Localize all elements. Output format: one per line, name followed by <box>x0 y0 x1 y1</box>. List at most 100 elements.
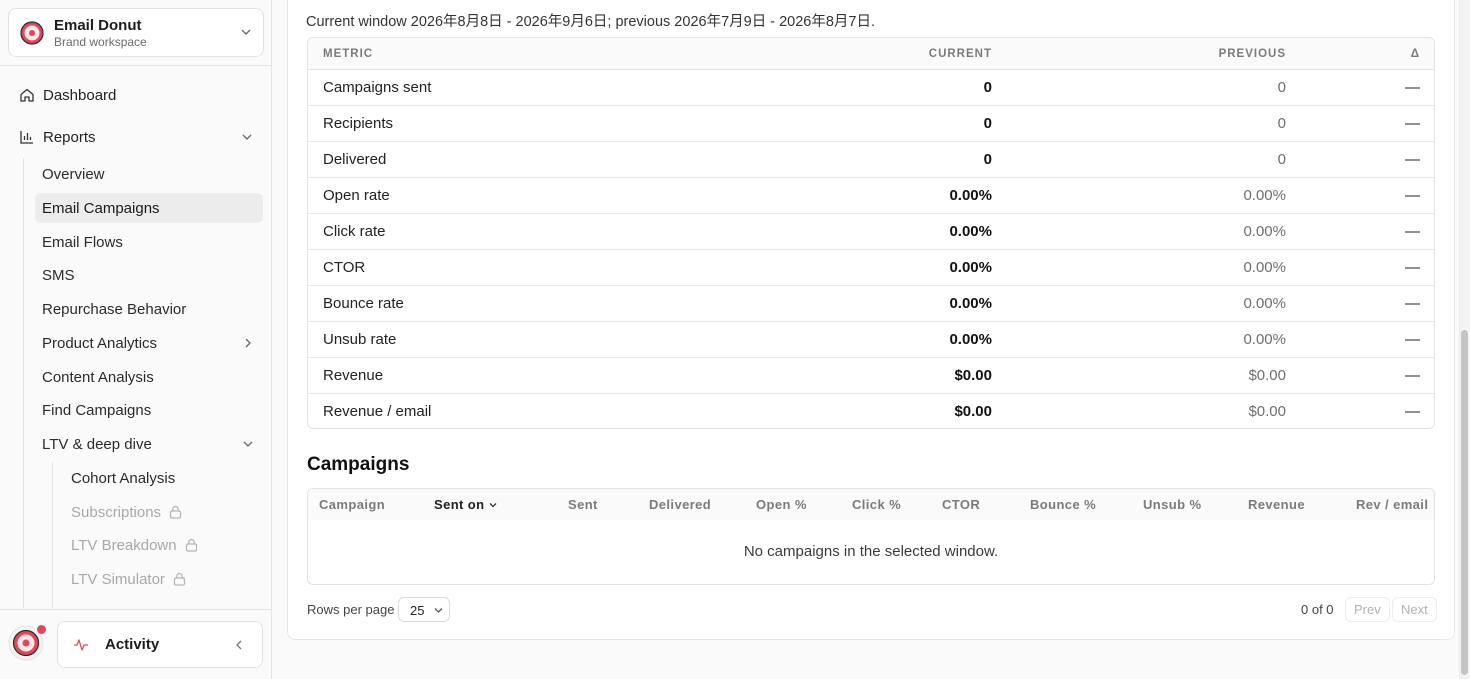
current-value: 0.00% <box>949 331 992 348</box>
sidebar-item-email-flows[interactable]: Email Flows <box>35 227 263 257</box>
notification-badge <box>35 623 48 636</box>
previous-value: 0.00% <box>1243 331 1286 348</box>
delta-value: — <box>1405 151 1420 168</box>
delta-value: — <box>1405 331 1420 348</box>
table-row: Revenue $0.00 $0.00 — <box>308 358 1434 394</box>
sidebar-item-label: LTV Breakdown <box>71 536 177 554</box>
scrollbar-thumb[interactable] <box>1461 330 1468 675</box>
bar-chart-icon <box>20 131 33 144</box>
current-value: 0 <box>983 115 992 132</box>
workspace-subtitle: Brand workspace <box>54 35 147 49</box>
column-header-bounce-pct[interactable]: Bounce % <box>1030 497 1096 512</box>
sidebar-item-label: LTV Simulator <box>71 570 165 588</box>
table-header: METRIC CURRENT PREVIOUS Δ <box>308 38 1434 70</box>
column-header-delta: Δ <box>1410 48 1420 60</box>
sidebar-item-repurchase-behavior[interactable]: Repurchase Behavior <box>35 294 263 324</box>
sidebar-item-ltv-deep-dive[interactable]: LTV & deep dive <box>35 429 263 459</box>
activity-label: Activity <box>105 636 160 653</box>
sidebar-item-subscriptions[interactable]: Subscriptions <box>64 497 264 527</box>
empty-state: No campaigns in the selected window. <box>743 543 999 560</box>
prev-page-button[interactable]: Prev <box>1345 597 1390 622</box>
table-row: CTOR 0.00% 0.00% — <box>308 250 1434 286</box>
previous-value: 0.00% <box>1243 295 1286 312</box>
current-value: 0.00% <box>949 187 992 204</box>
chevron-right-icon <box>245 338 251 348</box>
rows-per-page-select[interactable]: 25 <box>398 597 450 622</box>
campaigns-title: Campaigns <box>307 454 410 475</box>
next-page-button[interactable]: Next <box>1392 597 1437 622</box>
column-header-open-pct[interactable]: Open % <box>756 497 807 512</box>
current-value: 0 <box>983 151 992 168</box>
sidebar-item-product-analytics[interactable]: Product Analytics <box>35 328 263 358</box>
main-content: Current window 2026年8月8日 - 2026年9月6日; pr… <box>272 0 1470 679</box>
sidebar-item-find-campaigns[interactable]: Find Campaigns <box>35 395 263 425</box>
sidebar-item-email-campaigns[interactable]: Email Campaigns <box>35 193 263 223</box>
current-value: 0.00% <box>949 295 992 312</box>
nav-reports[interactable]: Reports <box>12 121 264 153</box>
sort-desc-icon <box>490 503 497 508</box>
table-row: Revenue / email $0.00 $0.00 — <box>308 394 1434 428</box>
delta-value: — <box>1405 79 1420 96</box>
metric-name: Unsub rate <box>323 331 397 348</box>
activity-button[interactable]: Activity <box>57 621 263 668</box>
delta-value: — <box>1405 403 1420 420</box>
sidebar-item-label: Find Campaigns <box>42 401 152 419</box>
donut-logo-icon <box>20 21 44 45</box>
metric-name: Bounce rate <box>323 295 404 312</box>
chevron-left-icon <box>236 640 242 650</box>
subnav-guide-nested <box>52 462 53 608</box>
column-header-sent-on[interactable]: Sent on <box>434 497 497 512</box>
column-header-click-pct[interactable]: Click % <box>852 497 901 512</box>
column-header-sent[interactable]: Sent <box>568 497 598 512</box>
rows-per-page-value: 25 <box>410 603 425 618</box>
sidebar-item-sms[interactable]: SMS <box>35 260 263 290</box>
previous-value: 0 <box>1277 79 1286 96</box>
current-value: 0.00% <box>949 259 992 276</box>
delta-value: — <box>1405 367 1420 384</box>
nav-reports-label: Reports <box>43 128 96 146</box>
previous-value: $0.00 <box>1248 403 1286 420</box>
table-row: Recipients 0 0 — <box>308 106 1434 142</box>
nav-dashboard-label: Dashboard <box>43 86 117 104</box>
chevron-down-icon <box>434 608 443 613</box>
sidebar-item-ltv-breakdown[interactable]: LTV Breakdown <box>64 530 264 560</box>
metric-name: Revenue <box>323 367 384 384</box>
column-header-unsub-pct[interactable]: Unsub % <box>1143 497 1201 512</box>
column-header-rev-per-email[interactable]: Rev / email <box>1356 497 1428 512</box>
previous-value: 0.00% <box>1243 259 1286 276</box>
column-header-ctor[interactable]: CTOR <box>942 497 980 512</box>
table-header: Campaign Sent on Sent Delivered Open % C… <box>308 489 1434 520</box>
sidebar-item-label: Subscriptions <box>71 503 162 521</box>
sidebar-item-label: Content Analysis <box>42 368 154 386</box>
table-row: Unsub rate 0.00% 0.00% — <box>308 322 1434 358</box>
table-row: Campaigns sent 0 0 — <box>308 70 1434 106</box>
subnav-guide <box>23 158 24 608</box>
sidebar-item-overview[interactable]: Overview <box>35 159 263 189</box>
chevron-down-icon <box>242 134 252 140</box>
column-header-revenue[interactable]: Revenue <box>1248 497 1305 512</box>
window-description: Current window 2026年8月8日 - 2026年9月6日; pr… <box>306 14 875 30</box>
sidebar-item-ltv-simulator[interactable]: LTV Simulator <box>64 564 264 594</box>
sidebar-item-label: Product Analytics <box>42 334 158 352</box>
metric-name: Revenue / email <box>323 403 432 420</box>
previous-value: 0.00% <box>1243 223 1286 240</box>
current-value: $0.00 <box>954 403 992 420</box>
column-header-delivered[interactable]: Delivered <box>649 497 711 512</box>
metrics-table: METRIC CURRENT PREVIOUS Δ Campaigns sent… <box>307 37 1435 429</box>
sidebar-item-content-analysis[interactable]: Content Analysis <box>35 362 263 392</box>
delta-value: — <box>1405 115 1420 132</box>
pulse-icon <box>74 639 88 651</box>
sidebar-item-cohort-analysis[interactable]: Cohort Analysis <box>64 463 264 493</box>
delta-value: — <box>1405 223 1420 240</box>
sidebar: Email Donut Brand workspace Dashboard Re… <box>0 0 272 679</box>
table-row: Open rate 0.00% 0.00% — <box>308 178 1434 214</box>
nav-dashboard[interactable]: Dashboard <box>12 79 264 111</box>
column-header-label: Sent on <box>434 497 485 512</box>
previous-value: 0.00% <box>1243 187 1286 204</box>
lock-icon <box>185 538 197 552</box>
delta-value: — <box>1405 187 1420 204</box>
column-header-campaign[interactable]: Campaign <box>319 497 385 512</box>
workspace-switcher[interactable]: Email Donut Brand workspace <box>8 8 264 57</box>
table-row: Click rate 0.00% 0.00% — <box>308 214 1434 250</box>
delta-value: — <box>1405 295 1420 312</box>
